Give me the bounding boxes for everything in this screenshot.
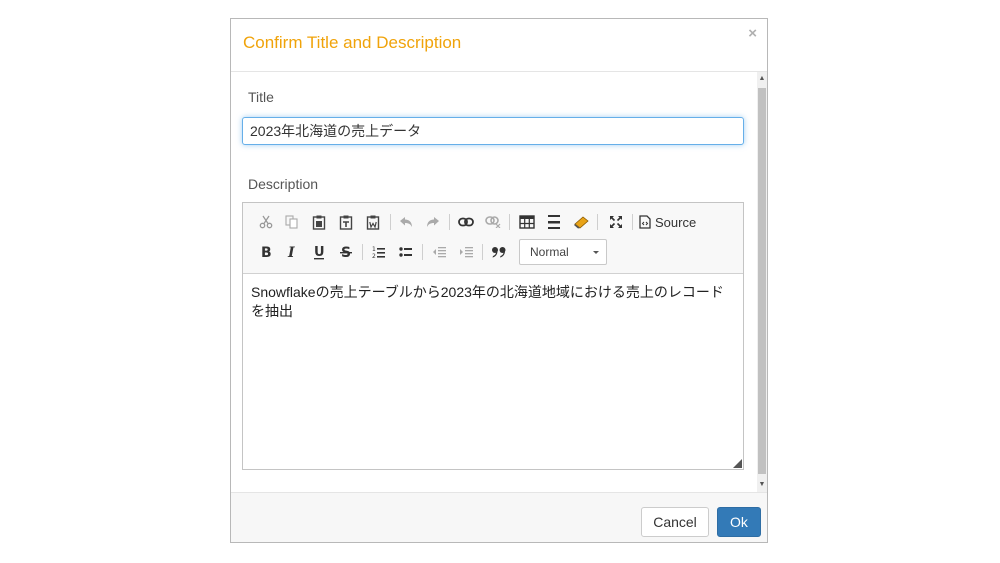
ok-button[interactable]: Ok — [717, 507, 761, 537]
source-icon — [639, 215, 651, 229]
description-label: Description — [248, 176, 319, 192]
toolbar-separator — [632, 214, 633, 230]
scroll-down-icon[interactable]: ▼ — [757, 478, 767, 492]
source-button[interactable]: Source — [639, 211, 701, 233]
svg-text:2: 2 — [372, 253, 376, 259]
toolbar-separator — [422, 244, 423, 260]
underline-icon[interactable]: U — [308, 241, 330, 263]
editor-content[interactable]: Snowflakeの売上テーブルから2023年の北海道地域における売上のレコード… — [251, 283, 735, 321]
strikethrough-icon[interactable]: S — [335, 241, 357, 263]
close-icon[interactable]: × — [748, 25, 757, 42]
toolbar-separator — [509, 214, 510, 230]
unlink-icon[interactable] — [482, 211, 504, 233]
resize-handle-icon[interactable] — [733, 459, 742, 468]
italic-icon[interactable]: I — [281, 241, 303, 263]
toolbar-separator — [597, 214, 598, 230]
dialog-header: Confirm Title and Description × — [231, 19, 767, 72]
title-input[interactable] — [242, 117, 744, 145]
svg-text:I: I — [287, 245, 295, 259]
editor-toolbar: Source B I U S — [243, 203, 743, 274]
numbered-list-icon[interactable]: 12 — [368, 241, 390, 263]
toolbar-separator — [482, 244, 483, 260]
source-label: Source — [655, 214, 697, 230]
vertical-scrollbar[interactable]: ▲ ▼ — [757, 72, 767, 492]
undo-icon[interactable] — [395, 211, 417, 233]
dialog-title: Confirm Title and Description — [243, 33, 462, 52]
link-icon[interactable] — [455, 211, 477, 233]
special-character-icon[interactable] — [570, 211, 592, 233]
title-label: Title — [248, 89, 274, 105]
svg-text:B: B — [261, 245, 272, 259]
confirm-dialog: Confirm Title and Description × Title De… — [230, 18, 768, 543]
decrease-indent-icon[interactable] — [428, 241, 450, 263]
dialog-body: Title Description — [231, 72, 767, 492]
toolbar-row-2: B I U S 12 — [243, 238, 743, 266]
maximize-icon[interactable] — [605, 211, 627, 233]
paste-from-word-icon[interactable] — [362, 211, 384, 233]
cancel-button[interactable]: Cancel — [641, 507, 709, 537]
bulleted-list-icon[interactable] — [395, 241, 417, 263]
svg-text:1: 1 — [372, 246, 376, 253]
copy-icon[interactable] — [281, 211, 303, 233]
chevron-down-icon — [593, 251, 599, 254]
scroll-up-icon[interactable]: ▲ — [757, 72, 767, 86]
toolbar-separator — [390, 214, 391, 230]
rich-text-editor: Source B I U S — [242, 202, 744, 470]
cut-icon[interactable] — [255, 211, 277, 233]
blockquote-icon[interactable] — [488, 241, 510, 263]
svg-text:U: U — [314, 245, 325, 260]
table-icon[interactable] — [516, 211, 538, 233]
horizontal-line-icon[interactable] — [543, 211, 565, 233]
dialog-footer: Cancel Ok — [231, 492, 767, 542]
increase-indent-icon[interactable] — [455, 241, 477, 263]
paste-icon[interactable] — [308, 211, 330, 233]
toolbar-separator — [362, 244, 363, 260]
bold-icon[interactable]: B — [255, 241, 277, 263]
toolbar-separator — [449, 214, 450, 230]
redo-icon[interactable] — [422, 211, 444, 233]
paste-as-text-icon[interactable] — [335, 211, 357, 233]
format-dropdown-value: Normal — [530, 245, 569, 259]
toolbar-row-1: Source — [243, 208, 743, 236]
format-dropdown[interactable]: Normal — [519, 239, 607, 265]
scrollbar-thumb[interactable] — [758, 88, 766, 474]
